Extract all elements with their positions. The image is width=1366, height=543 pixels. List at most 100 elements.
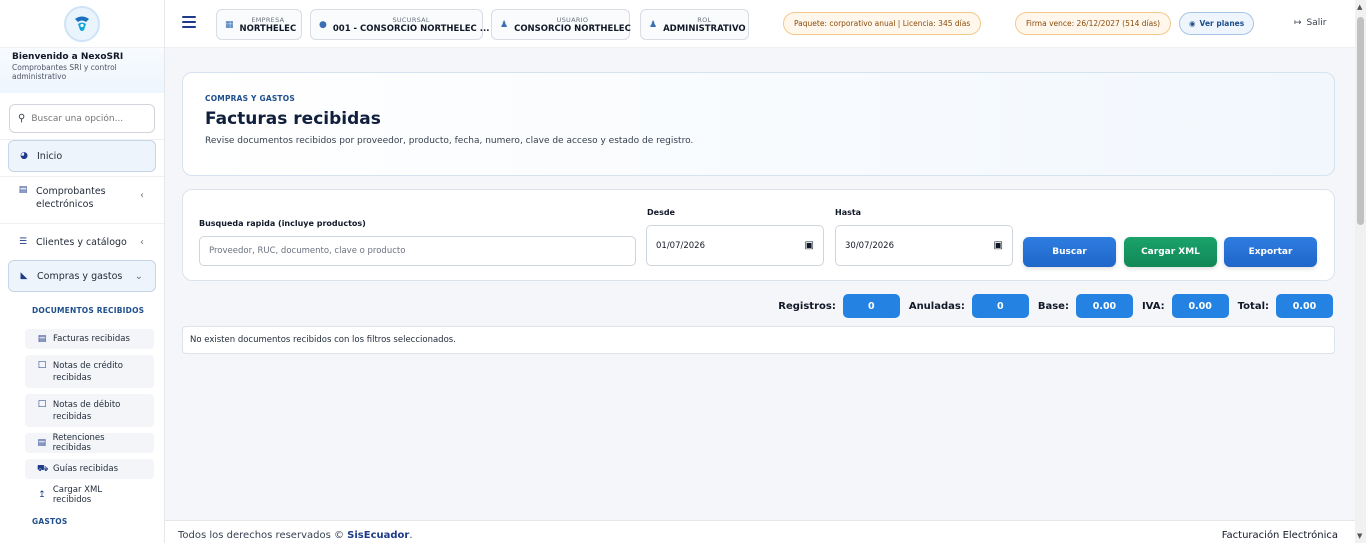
app-logo[interactable] <box>64 5 100 42</box>
page-eyebrow: COMPRAS Y GASTOS <box>205 94 295 103</box>
rol-info[interactable]: ♟ ROL ADMINISTRATIVO <box>640 9 749 40</box>
list-icon: ☰ <box>18 237 28 247</box>
chevron-left-icon: ‹ <box>140 190 144 201</box>
rol-value: ADMINISTRATIVO <box>663 23 746 34</box>
page-description: Revise documentos recibidos por proveedo… <box>205 136 694 146</box>
document-icon: ▤ <box>18 185 28 195</box>
sidebar-item-compras[interactable]: ◣ Compras y gastos ⌄ <box>8 260 156 292</box>
records-value: 0 <box>842 294 900 318</box>
ver-planes-label: Ver planes <box>1199 19 1245 28</box>
sub-item-label: Cargar XML recibidos <box>52 485 103 505</box>
search-icon: ⚲ <box>18 113 26 124</box>
sidebar-item-comprobantes[interactable]: ▤ Comprobantes electrónicos ‹ <box>8 177 156 217</box>
sucursal-value: 001 - CONSORCIO NORTHELEC ... <box>332 23 490 34</box>
footer: Todos los derechos reservados © SisEcuad… <box>165 520 1355 543</box>
usuario-label: USUARIO <box>556 15 589 24</box>
signature-badge: Firma vence: 26/12/2027 (514 días) <box>1015 12 1172 35</box>
empty-results-message: No existen documentos recibidos con los … <box>182 326 1335 354</box>
sidebar-item-inicio[interactable]: ◕ Inicio <box>8 140 156 172</box>
sidebar-item-label: Inicio <box>37 150 63 162</box>
eye-icon: ◉ <box>1189 19 1196 28</box>
invoice-icon: ▤ <box>37 334 47 344</box>
from-label: Desde <box>647 208 675 217</box>
filter-card: Busqueda rapida (incluye productos) Prov… <box>182 189 1335 281</box>
to-date-input[interactable]: 30/07/2026 ▣ <box>835 225 1013 266</box>
building-icon: ▦ <box>225 19 234 30</box>
page-scrollbar[interactable]: ▲ ▼ <box>1355 0 1366 543</box>
export-button[interactable]: Exportar <box>1224 237 1317 267</box>
sidebar-item-clientes[interactable]: ☰ Clientes y catálogo ‹ <box>8 224 156 260</box>
file-icon: □ <box>37 399 47 409</box>
section-documentos-recibidos: DOCUMENTOS RECIBIDOS <box>32 306 145 315</box>
menu-icon[interactable] <box>182 16 196 28</box>
usuario-value: CONSORCIO NORTHELEC <box>514 23 631 34</box>
chevron-down-icon: ⌄ <box>134 270 143 282</box>
sub-item-label: Notas de débito recibidas <box>52 400 121 422</box>
footer-right-text: Facturación Electrónica <box>1221 530 1338 541</box>
cart-icon: ◣ <box>20 271 28 281</box>
welcome-panel: Bienvenido a NexoSRI Comprobantes SRI y … <box>0 48 164 93</box>
to-label: Hasta <box>835 208 862 217</box>
scroll-down-icon[interactable]: ▼ <box>1357 532 1362 540</box>
total-value: 0.00 <box>1276 294 1333 318</box>
page-header-card: COMPRAS Y GASTOS Facturas recibidas Revi… <box>182 72 1335 176</box>
empresa-label: EMPRESA <box>251 15 285 24</box>
footer-copyright: Todos los derechos reservados © SisEcuad… <box>178 530 413 541</box>
sidebar-item-label: Comprobantes electrónicos <box>36 186 106 210</box>
summary-stats: Registros: 0 Anuladas: 0 Base: 0.00 IVA:… <box>778 294 1335 318</box>
sidebar: Bienvenido a NexoSRI Comprobantes SRI y … <box>0 0 165 543</box>
sub-item-notas-credito[interactable]: □ Notas de crédito recibidas <box>25 355 154 388</box>
sub-item-retenciones[interactable]: ▤ Retenciones recibidas <box>25 433 154 453</box>
topbar: ▦ EMPRESA NORTHELEC ● SUCURSAL 001 - CONSO… <box>165 0 1355 48</box>
invoice-icon: ▤ <box>37 438 47 448</box>
base-value: 0.00 <box>1075 294 1133 318</box>
truck-icon: ⛟ <box>37 464 49 474</box>
sub-item-notas-debito[interactable]: □ Notas de débito recibidas <box>25 394 154 427</box>
sucursal-label: SUCURSAL <box>392 15 430 24</box>
from-date-input[interactable]: 01/07/2026 ▣ <box>646 225 824 266</box>
page-title: Facturas recibidas <box>205 109 381 129</box>
scrollbar-thumb[interactable] <box>1357 17 1364 225</box>
scroll-up-icon[interactable]: ▲ <box>1357 3 1362 11</box>
upload-icon: ↥ <box>38 490 46 500</box>
welcome-title: Bienvenido a NexoSRI <box>12 52 124 62</box>
footer-rights: Todos los derechos reservados © <box>178 530 344 541</box>
base-label: Base: <box>1037 300 1069 312</box>
sidebar-search-input[interactable] <box>31 113 142 124</box>
calendar-icon: ▣ <box>993 240 1003 251</box>
search-button[interactable]: Buscar <box>1023 237 1116 267</box>
quick-search-input[interactable]: Proveedor, RUC, documento, clave o produ… <box>199 236 636 266</box>
location-pin-icon: ● <box>319 19 327 30</box>
sucursal-selector[interactable]: ● SUCURSAL 001 - CONSORCIO NORTHELEC ... <box>310 9 489 40</box>
sub-item-label: Retenciones recibidas <box>52 433 105 453</box>
sub-item-label: Guías recibidas <box>53 464 119 474</box>
usuario-info[interactable]: ♟ USUARIO CONSORCIO NORTHELEC <box>491 9 631 40</box>
sub-item-label: Notas de crédito recibidas <box>52 361 123 383</box>
file-icon: □ <box>37 360 47 370</box>
footer-brand-link[interactable]: SisEcuador <box>347 530 409 541</box>
sub-item-cargar-xml[interactable]: ↥ Cargar XML recibidos <box>25 485 154 505</box>
section-gastos: GASTOS <box>32 517 68 526</box>
user-icon: ♟ <box>500 19 509 30</box>
sidebar-search[interactable]: ⚲ <box>9 104 155 133</box>
welcome-subtitle: Comprobantes SRI y control administrativ… <box>12 63 117 81</box>
package-badge: Paquete: corporativo anual | Licencia: 3… <box>783 12 982 35</box>
sub-item-guias[interactable]: ⛟ Guías recibidas <box>25 459 154 479</box>
main-content: COMPRAS Y GASTOS Facturas recibidas Revi… <box>165 48 1355 520</box>
logout-button[interactable]: ↦ Salir <box>1294 18 1326 28</box>
sub-item-facturas[interactable]: ▤ Facturas recibidas <box>25 329 154 349</box>
upload-xml-button[interactable]: Cargar XML <box>1124 237 1217 267</box>
search-label: Busqueda rapida (incluye productos) <box>199 219 366 228</box>
records-label: Registros: <box>778 300 836 312</box>
logout-label: Salir <box>1306 18 1327 28</box>
user-icon: ♟ <box>649 19 658 30</box>
to-date-value: 30/07/2026 <box>845 240 894 251</box>
sidebar-item-label: Compras y gastos <box>37 270 123 282</box>
void-value: 0 <box>971 294 1029 318</box>
total-label: Total: <box>1237 300 1269 312</box>
empresa-selector[interactable]: ▦ EMPRESA NORTHELEC <box>216 9 302 40</box>
chevron-left-icon: ‹ <box>140 236 144 248</box>
sub-item-label: Facturas recibidas <box>53 334 130 344</box>
dashboard-icon: ◕ <box>20 151 28 161</box>
ver-planes-button[interactable]: ◉ Ver planes <box>1179 12 1255 35</box>
